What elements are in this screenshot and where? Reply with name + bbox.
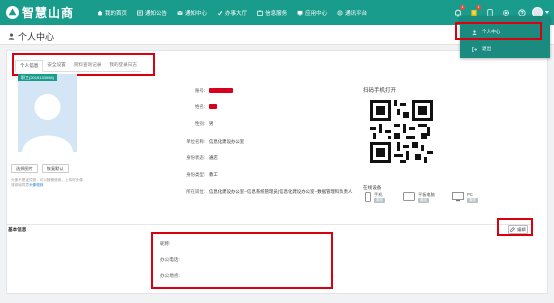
device-phone: 手机 离线 (365, 192, 385, 203)
logout-icon (472, 46, 477, 52)
chevron-down-icon[interactable] (545, 11, 549, 14)
device-pc: PC 离线 (452, 192, 478, 203)
nav-label: 通知公告 (145, 10, 168, 17)
logo-mark-icon: ⛰ (6, 6, 19, 19)
section-divider (6, 224, 534, 225)
menu-item-logout[interactable]: 退出 (460, 42, 550, 56)
nav-item-info-service[interactable]: 信息服务 (252, 0, 292, 25)
photo-note-text: 头像不是证件照，可以随便使用，上传时头像请参阅同意 (11, 178, 83, 187)
comm-platform-icon (337, 9, 343, 16)
phone-icon (365, 192, 371, 202)
highlight-base-info (151, 232, 333, 289)
photo-actions: 选择图片 恢复默认 (11, 164, 73, 173)
field-type: 身份类型: 教工 (176, 172, 218, 178)
device-name: PC (467, 192, 473, 197)
notify-center-icon (177, 10, 183, 15)
field-name: 姓名: (176, 104, 217, 110)
restore-default-button[interactable]: 恢复默认 (41, 164, 69, 173)
field-roles: 所在岗位: 信息化建设办公室--信息系统管理员(信息化建设办公室--数据管理科负… (176, 188, 366, 196)
field-account: 账号: (176, 88, 233, 94)
nav-label: 信息服务 (265, 10, 288, 17)
nav-item-comm-platform[interactable]: 通讯平台 (332, 0, 372, 25)
device-name: 平板电脑 (418, 192, 435, 197)
field-value: 男 (209, 121, 214, 126)
photo-tag: 职工(2015133998) (18, 74, 57, 81)
app-center-icon (297, 10, 303, 16)
field-label: 姓名: (194, 104, 205, 109)
field-unit: 单位名称: 信息化建设办公室 (176, 139, 244, 145)
nav-item-notice[interactable]: 通知公告 (132, 0, 172, 25)
field-label: 性别: (194, 121, 205, 126)
device-tablet: 平板电脑 离线 (403, 192, 435, 203)
redacted-value (209, 104, 217, 110)
field-value: 教工 (209, 172, 218, 177)
main-nav: 我的首页 通知公告 通知中心 办事大厅 信息服务 应用中心 通讯平台 (92, 0, 372, 25)
nav-label: 我的首页 (105, 10, 128, 17)
hall-icon (217, 10, 223, 16)
photo-note: 头像不是证件照，可以随便使用，上传时头像请参阅同意头像规则 (11, 178, 83, 188)
profile-photo: 职工(2015133998) (18, 74, 77, 152)
page-title: 个人中心 (8, 30, 54, 43)
nav-item-notify-center[interactable]: 通知中心 (172, 0, 212, 25)
qr-code (370, 100, 433, 163)
info-service-icon (257, 9, 263, 16)
nav-item-hall[interactable]: 办事大厅 (212, 0, 252, 25)
notice-icon (137, 10, 143, 15)
nav-label: 办事大厅 (225, 10, 248, 17)
pc-icon (452, 192, 464, 202)
nav-label: 通知中心 (185, 10, 208, 17)
field-label: 身份类型: (186, 172, 205, 177)
field-label: 账号: (194, 88, 205, 93)
home-icon (97, 10, 103, 15)
user-icon (8, 33, 15, 40)
highlight-edit (497, 218, 533, 236)
device-status: 离线 (467, 198, 478, 203)
online-devices-title: 在线设备 (363, 185, 382, 190)
field-value: 信息化建设办公室--信息系统管理员(信息化建设办公室--数据管理科负责人 (209, 189, 353, 194)
bell-badge: 1 (460, 5, 465, 10)
select-photo-button[interactable]: 选择图片 (11, 164, 38, 173)
logo-text: 智慧山商 (22, 6, 75, 20)
field-label: 身份状态: (186, 155, 205, 160)
default-avatar-icon (18, 74, 77, 152)
field-gender: 性别: 男 (176, 121, 213, 127)
field-label: 所在岗位: (186, 189, 205, 194)
highlight-dropdown (455, 22, 542, 40)
device-status: 离线 (374, 198, 385, 203)
avatar-rules-link[interactable]: 头像规则 (29, 183, 43, 187)
tablet-icon (403, 192, 415, 201)
nav-item-app-center[interactable]: 应用中心 (292, 0, 332, 25)
field-status: 身份状态: 通店 (176, 155, 218, 161)
field-value: 信息化建设办公室 (209, 139, 245, 144)
field-value: 通店 (209, 155, 218, 160)
highlight-tabs (12, 53, 155, 76)
base-info-title: 基本信息 (8, 227, 27, 232)
mail-badge: 1 (476, 5, 481, 10)
device-status: 离线 (418, 198, 429, 203)
nav-label: 应用中心 (305, 10, 328, 17)
page-title-text: 个人中心 (18, 32, 55, 42)
app-logo[interactable]: ⛰ 智慧山商 (6, 4, 74, 21)
nav-label: 通讯平台 (345, 10, 368, 17)
qr-title: 扫码手机打开 (363, 88, 397, 94)
redacted-value (209, 88, 233, 94)
menu-item-label: 退出 (482, 46, 492, 51)
field-label: 单位名称: (186, 139, 205, 144)
device-name: 手机 (374, 192, 383, 197)
nav-item-home[interactable]: 我的首页 (92, 0, 132, 25)
